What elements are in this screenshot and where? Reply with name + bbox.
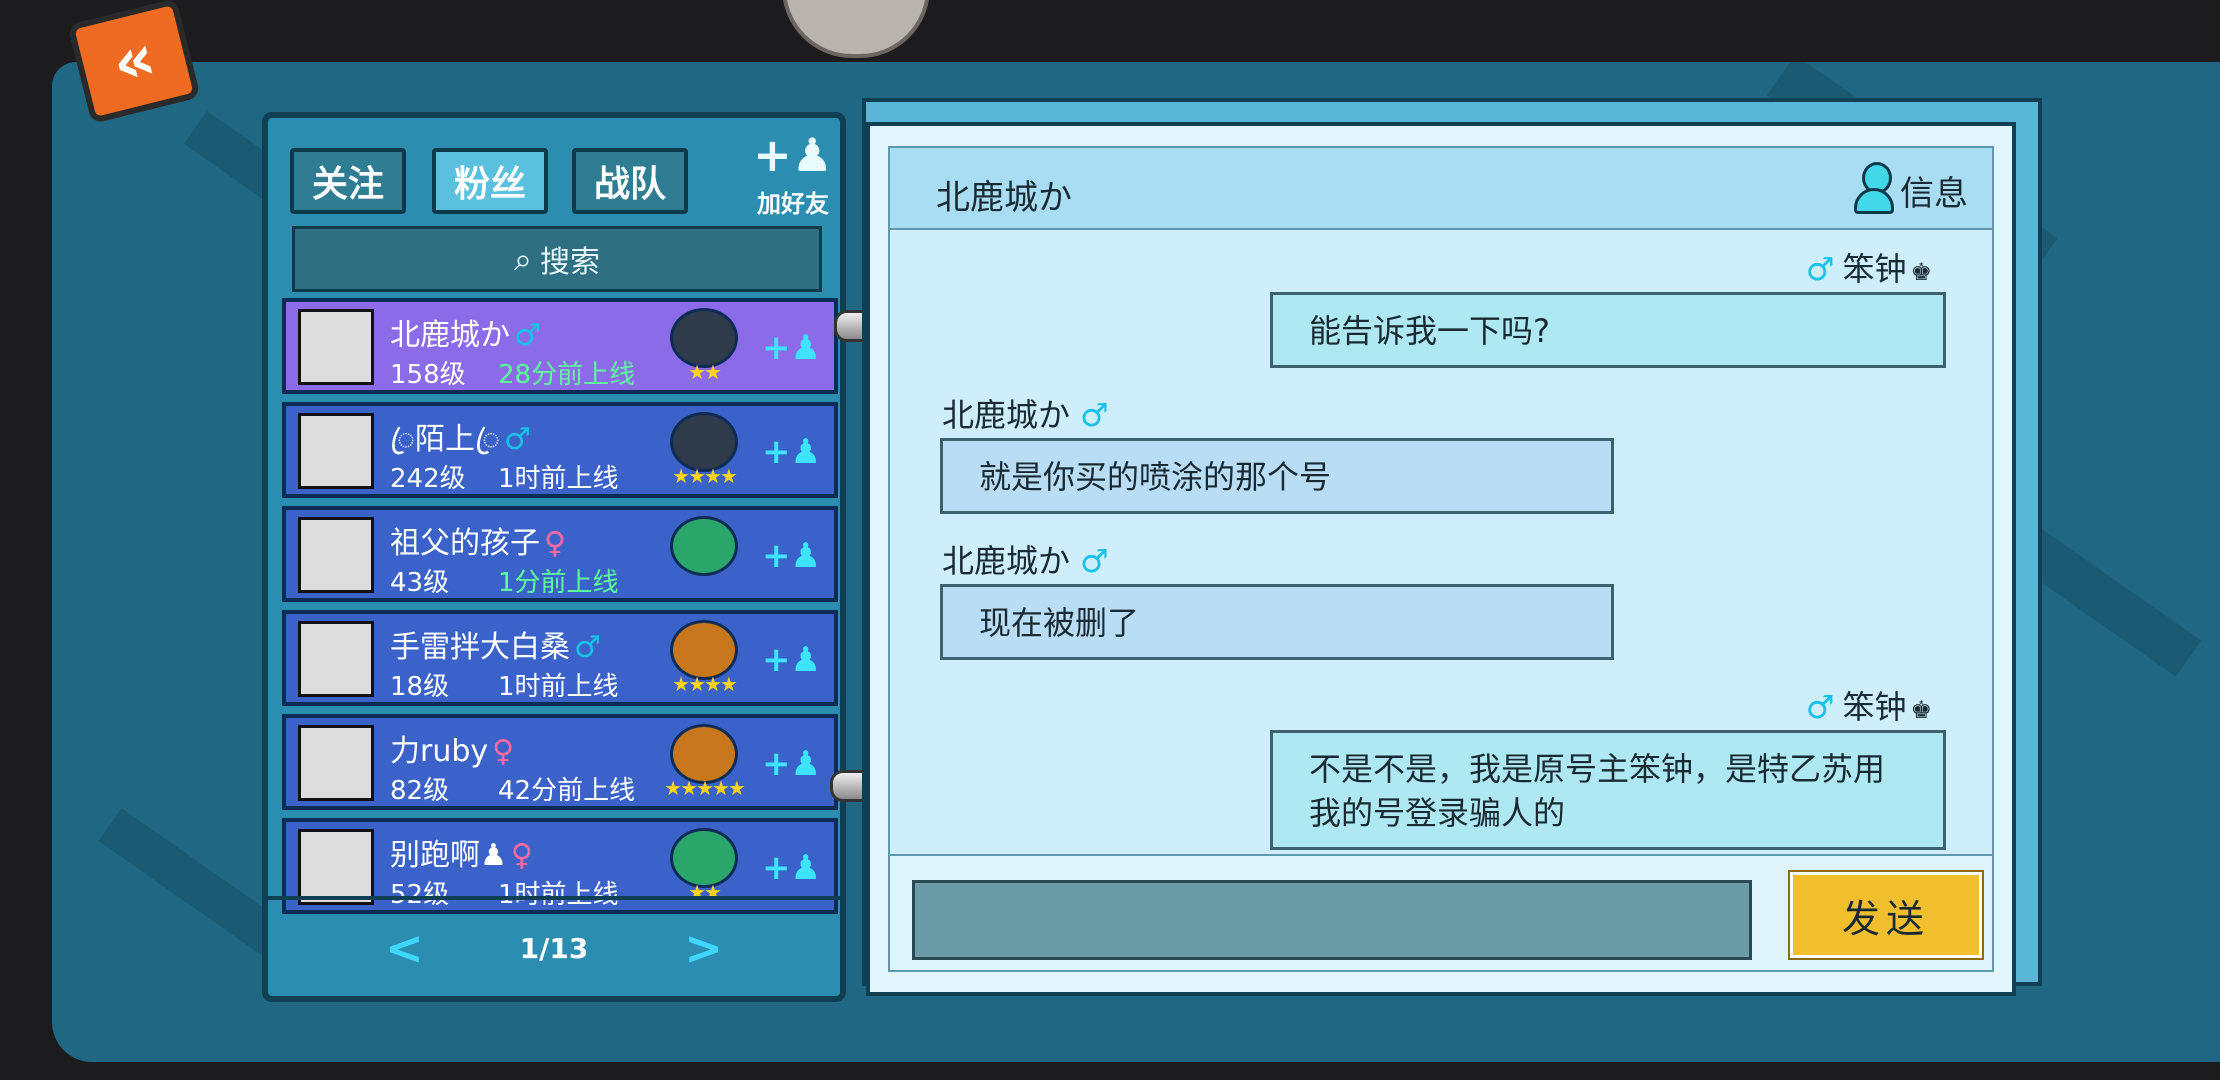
- add-friend-label: 加好友: [757, 190, 829, 218]
- friend-row[interactable]: 北鹿城か ♂ 158级 28分前上线 ★★ +♟: [282, 298, 838, 394]
- message-input[interactable]: [912, 880, 1752, 960]
- message-sender: ♂ 笨钟 ♚: [1805, 250, 1932, 288]
- back-arrow-icon: «: [104, 20, 164, 102]
- rank-badge-icon: [670, 828, 738, 888]
- rank-badge-icon: [670, 620, 738, 680]
- tab-fans[interactable]: 粉丝: [432, 148, 548, 214]
- friend-level: 43级: [390, 568, 450, 598]
- avatar: [298, 621, 374, 697]
- rank-badge-icon: [670, 412, 738, 472]
- friend-level: 18级: [390, 672, 450, 702]
- rank-badge-icon: [670, 308, 738, 368]
- mascot-bear-icon: [782, 0, 930, 58]
- rank-badge-icon: [670, 516, 738, 576]
- add-friend-icon[interactable]: +♟: [762, 532, 821, 580]
- search-label: 搜索: [539, 245, 600, 280]
- friend-level: 242级: [390, 464, 466, 494]
- search-icon: ⌕: [514, 239, 532, 278]
- add-friend-icon: +♟: [753, 128, 833, 182]
- friend-name: 别跑啊♟ ♀: [390, 838, 533, 873]
- add-friend-icon[interactable]: +♟: [762, 636, 821, 684]
- male-icon: ♂: [1080, 542, 1109, 580]
- friend-row[interactable]: 力ruby ♀ 82级 42分前上线 ★★★★★ +♟: [282, 714, 838, 810]
- gender-icon: ♀: [544, 526, 566, 561]
- friend-name: 北鹿城か ♂: [390, 318, 541, 353]
- tab-label: 战队: [593, 164, 666, 205]
- gender-icon: ♂: [503, 422, 531, 457]
- search-bar[interactable]: ⌕ 搜索: [292, 226, 822, 292]
- add-friend-icon[interactable]: +♟: [762, 324, 821, 372]
- chat-footer: 发送: [888, 854, 1994, 972]
- tab-team[interactable]: 战队: [572, 148, 688, 214]
- friend-name: 祖父的孩子 ♀: [390, 526, 566, 561]
- rank-badge-icon: [670, 724, 738, 784]
- rank-stars: ★★★★: [672, 672, 738, 696]
- friend-name: 手雷拌大白桑 ♂: [390, 630, 601, 665]
- message-bubble: 就是你买的喷涂的那个号: [940, 438, 1614, 514]
- add-friend-icon[interactable]: +♟: [762, 740, 821, 788]
- male-icon: ♂: [1805, 688, 1835, 726]
- rank-stars: ★★★★: [672, 464, 738, 488]
- friend-row[interactable]: ꦿ陌上ꦿ ♂ 242级 1时前上线 ★★★★ +♟: [282, 402, 838, 498]
- message-list[interactable]: ♂ 笨钟 ♚ 能告诉我一下吗? 北鹿城か ♂ 就是你买的喷涂的那个号 北鹿城か ♂ 现在…: [888, 230, 1994, 854]
- friend-row[interactable]: 手雷拌大白桑 ♂ 18级 1时前上线 ★★★★ +♟: [282, 610, 838, 706]
- chat-title: 北鹿城か: [936, 178, 1072, 218]
- gender-icon: ♂: [514, 318, 541, 353]
- prev-page-button[interactable]: <: [385, 921, 424, 975]
- friend-list: 北鹿城か ♂ 158级 28分前上线 ★★ +♟ꦿ陌上ꦿ ♂ 242级 1时前上线 ★★★★ +♟ 祖…: [282, 298, 838, 922]
- friend-row[interactable]: 祖父的孩子 ♀ 43级 1分前上线 +♟: [282, 506, 838, 602]
- last-online: 1时前上线: [498, 464, 619, 494]
- last-online: 1时前上线: [498, 672, 619, 702]
- avatar: [298, 517, 374, 593]
- friend-level: 158级: [390, 360, 466, 390]
- rank-stars: ★★: [688, 360, 722, 384]
- message-bubble: 能告诉我一下吗?: [1270, 292, 1946, 368]
- person-icon: [1854, 162, 1894, 218]
- message-sender: ♂ 笨钟 ♚: [1805, 688, 1932, 726]
- crown-icon: ♚: [1910, 696, 1932, 724]
- next-page-button[interactable]: >: [684, 921, 723, 975]
- tab-label: 粉丝: [453, 164, 526, 205]
- gender-icon: ♀: [492, 734, 515, 769]
- avatar: [298, 829, 374, 905]
- add-friend-icon[interactable]: +♟: [762, 844, 821, 892]
- gender-icon: ♂: [574, 630, 601, 665]
- message-sender: 北鹿城か ♂: [942, 396, 1109, 434]
- tab-label: 关注: [311, 164, 384, 205]
- message-bubble: 不是不是，我是原号主笨钟，是特乙苏用我的号登录骗人的: [1270, 730, 1946, 850]
- message-bubble: 现在被删了: [940, 584, 1614, 660]
- info-label: 信息: [1900, 173, 1968, 214]
- avatar: [298, 309, 374, 385]
- bg-decoration: [98, 808, 286, 956]
- friend-name: 力ruby ♀: [390, 734, 515, 769]
- chat-panel: 北鹿城か 信息 ♂ 笨钟 ♚ 能告诉我一下吗? 北鹿城か ♂ 就是你买的喷涂的那个号 …: [866, 122, 2016, 996]
- friend-level: 82级: [390, 776, 450, 806]
- message-sender: 北鹿城か ♂: [942, 542, 1109, 580]
- send-button[interactable]: 发送: [1790, 872, 1982, 958]
- friends-panel: 关注 粉丝 战队 +♟ 加好友 ⌕ 搜索 北鹿城か ♂ 158级 28分前上线 ★★ +♟…: [262, 112, 846, 1002]
- add-friend-icon[interactable]: +♟: [762, 428, 821, 476]
- info-button[interactable]: 信息: [1854, 162, 1968, 218]
- rank-stars: ★★★★★: [664, 776, 746, 800]
- chat-header: 北鹿城か 信息: [888, 146, 1994, 230]
- male-icon: ♂: [1080, 396, 1109, 434]
- crown-icon: ♚: [1910, 258, 1932, 286]
- tab-follow[interactable]: 关注: [290, 148, 406, 214]
- avatar: [298, 413, 374, 489]
- avatar: [298, 725, 374, 801]
- male-icon: ♂: [1805, 250, 1835, 288]
- pagination: < 1/13 >: [268, 896, 840, 996]
- add-friend-button[interactable]: +♟ 加好友: [748, 126, 838, 226]
- send-label: 发送: [1841, 896, 1930, 941]
- last-online: 1分前上线: [498, 568, 619, 598]
- last-online: 42分前上线: [498, 776, 636, 806]
- page-indicator: 1/13: [519, 931, 589, 965]
- gender-icon: ♀: [510, 838, 533, 873]
- last-online: 28分前上线: [498, 360, 636, 390]
